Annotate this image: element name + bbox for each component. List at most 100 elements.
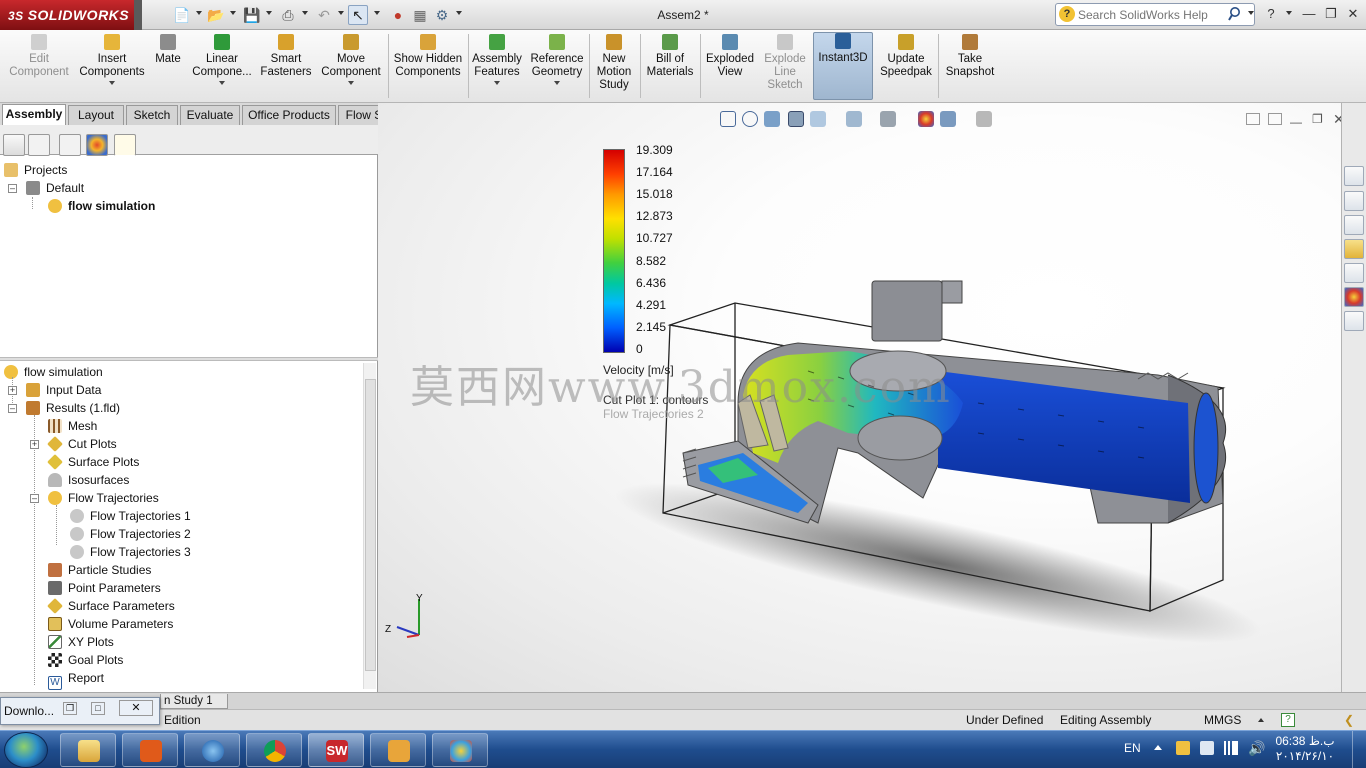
edit-component-button[interactable]: Edit Component: [4, 34, 74, 100]
language-indicator[interactable]: EN: [1124, 741, 1141, 755]
new-dropdown-icon[interactable]: [196, 11, 202, 15]
home-icon[interactable]: [1344, 191, 1364, 211]
flow-trajectories-node[interactable]: Flow Trajectories: [48, 489, 159, 507]
help-status-icon[interactable]: ?: [1281, 713, 1295, 727]
assembly-features-button[interactable]: Assembly Features: [470, 34, 524, 100]
flow-trajectories-3-node[interactable]: Flow Trajectories 3: [70, 543, 191, 561]
design-library-icon[interactable]: [1344, 215, 1364, 235]
collapse-toggle-icon[interactable]: –: [8, 404, 17, 413]
minimize-icon[interactable]: —: [1300, 5, 1318, 23]
undo-icon[interactable]: ↶: [314, 5, 334, 25]
tab-layout[interactable]: Layout: [68, 105, 124, 125]
volume-parameters-node[interactable]: Volume Parameters: [48, 615, 173, 633]
feature-tree-tab-icon[interactable]: [3, 134, 25, 156]
surface-parameters-node[interactable]: Surface Parameters: [47, 597, 175, 615]
volume-icon[interactable]: 🔊: [1248, 740, 1265, 757]
dropdown-arrow-icon[interactable]: [348, 81, 354, 85]
search-icon[interactable]: [1228, 6, 1244, 22]
select-cursor-icon[interactable]: ↖: [348, 5, 368, 25]
search-dropdown-icon[interactable]: [1248, 11, 1254, 15]
new-document-icon[interactable]: 📄: [172, 5, 192, 25]
instant3d-button[interactable]: Instant3D: [813, 32, 873, 100]
collapse-toggle-icon[interactable]: –: [30, 494, 39, 503]
taskbar-media-player[interactable]: [370, 733, 426, 767]
rebuild-icon[interactable]: ●: [388, 5, 408, 25]
taskbar-chrome[interactable]: [246, 733, 302, 767]
flow-simulation-tab-icon[interactable]: [114, 134, 136, 156]
help-search-box[interactable]: ?: [1055, 3, 1255, 26]
popup-minimize-icon[interactable]: □: [91, 702, 105, 715]
print-icon[interactable]: ⎙: [278, 5, 298, 25]
taskbar-office[interactable]: [122, 733, 178, 767]
solidworks-resources-icon[interactable]: [1344, 166, 1364, 186]
flow-trajectories-1-node[interactable]: Flow Trajectories 1: [70, 507, 191, 525]
show-hidden-components-button[interactable]: Show Hidden Components: [392, 34, 464, 100]
goal-plots-node[interactable]: Goal Plots: [48, 651, 123, 669]
file-explorer-icon[interactable]: [1344, 239, 1364, 259]
flow-trajectories-2-node[interactable]: Flow Trajectories 2: [70, 525, 191, 543]
graphics-viewport[interactable]: — ❐ ✕ 19.309 17.164 15.018 12.873 10.727…: [378, 103, 1345, 692]
report-node[interactable]: W Report: [48, 669, 104, 690]
exploded-view-button[interactable]: Exploded View: [704, 34, 756, 100]
bill-of-materials-button[interactable]: Bill of Materials: [644, 34, 696, 100]
restore-icon[interactable]: ❐: [1322, 5, 1340, 23]
take-snapshot-button[interactable]: Take Snapshot: [942, 34, 998, 100]
taskbar-solidworks[interactable]: SW: [308, 733, 364, 767]
particle-studies-node[interactable]: Particle Studies: [48, 561, 151, 579]
analysis-root-node[interactable]: flow simulation: [4, 363, 103, 381]
collapse-status-icon[interactable]: ❮: [1344, 710, 1354, 730]
point-parameters-node[interactable]: Point Parameters: [48, 579, 161, 597]
smart-fasteners-button[interactable]: Smart Fasteners: [258, 34, 314, 100]
dropdown-arrow-icon[interactable]: [494, 81, 500, 85]
show-desktop-button[interactable]: [1352, 731, 1366, 768]
explode-line-sketch-button[interactable]: Explode Line Sketch: [760, 34, 810, 100]
tab-sketch[interactable]: Sketch: [126, 105, 178, 125]
save-icon[interactable]: 💾: [242, 5, 262, 25]
custom-properties-icon[interactable]: [1344, 311, 1364, 331]
surface-plots-node[interactable]: Surface Plots: [47, 453, 139, 471]
scrollbar-thumb[interactable]: [365, 379, 376, 671]
update-speedpak-button[interactable]: Update Speedpak: [878, 34, 934, 100]
collapse-toggle-icon[interactable]: –: [8, 184, 17, 193]
help-dropdown-icon[interactable]: [1286, 11, 1292, 15]
tray-app-icon[interactable]: [1176, 741, 1190, 755]
panel-splitter[interactable]: [0, 357, 378, 361]
solidworks-logo[interactable]: 3S SOLIDWORKS: [0, 0, 134, 30]
projects-node[interactable]: Projects: [4, 161, 67, 179]
motion-study-tab[interactable]: n Study 1: [160, 694, 228, 709]
file-properties-icon[interactable]: ▦: [410, 5, 430, 25]
tray-expand-icon[interactable]: [1154, 745, 1162, 750]
menu-flyout-arrow[interactable]: [134, 0, 142, 30]
units-arrow-icon[interactable]: [1258, 718, 1264, 722]
isosurfaces-node[interactable]: Isosurfaces: [48, 471, 129, 489]
view-palette-icon[interactable]: [1344, 263, 1364, 283]
tab-evaluate[interactable]: Evaluate: [180, 105, 240, 125]
download-popup[interactable]: Downlo... ❐ □ ✕: [0, 697, 160, 725]
tab-assembly[interactable]: Assembly: [2, 104, 66, 126]
appearances-icon[interactable]: [1344, 287, 1364, 307]
popup-restore-icon[interactable]: ❐: [63, 702, 77, 715]
cut-plots-node[interactable]: Cut Plots: [47, 435, 117, 453]
start-button-icon[interactable]: [4, 732, 48, 768]
reference-geometry-button[interactable]: Reference Geometry: [528, 34, 586, 100]
insert-components-button[interactable]: Insert Components: [78, 34, 146, 100]
move-component-button[interactable]: Move Component: [318, 34, 384, 100]
tab-office-products[interactable]: Office Products: [242, 105, 336, 125]
units-selector[interactable]: MMGS: [1204, 710, 1241, 730]
tree-scrollbar[interactable]: [363, 363, 376, 689]
expand-toggle-icon[interactable]: +: [30, 440, 39, 449]
input-data-node[interactable]: Input Data: [26, 381, 101, 399]
taskbar-paint[interactable]: [432, 733, 488, 767]
save-dropdown-icon[interactable]: [266, 11, 272, 15]
display-manager-tab-icon[interactable]: [86, 134, 108, 156]
print-dropdown-icon[interactable]: [302, 11, 308, 15]
system-clock[interactable]: 06:38 ب.ظ ۲۰۱۴/۲۶/۱۰: [1270, 734, 1340, 764]
dropdown-arrow-icon[interactable]: [219, 81, 225, 85]
property-manager-tab-icon[interactable]: [28, 134, 50, 156]
search-input[interactable]: [1078, 6, 1228, 23]
dropdown-arrow-icon[interactable]: [554, 81, 560, 85]
undo-dropdown-icon[interactable]: [338, 11, 344, 15]
help-icon[interactable]: ?: [1262, 5, 1280, 23]
mesh-node[interactable]: Mesh: [48, 417, 97, 435]
flow-simulation-project-node[interactable]: flow simulation: [48, 197, 155, 215]
